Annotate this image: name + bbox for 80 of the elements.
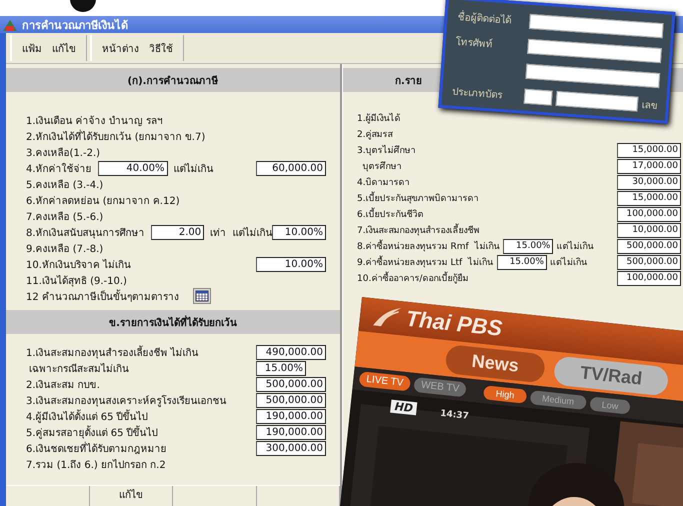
row-label: แต่ไม่เกิน	[556, 240, 594, 253]
row-label: แต่ไม่เกิน	[550, 256, 587, 269]
menu-item[interactable]: วิธีใช้	[149, 40, 173, 56]
time-label: 14:37	[440, 408, 470, 422]
input-field[interactable]: 500,000.00	[256, 376, 326, 392]
section-header: ข.รายการเงินได้ที่ได้รับยกเว้น	[6, 310, 340, 334]
input-field[interactable]: 500,000.00	[617, 254, 681, 270]
row-label: 10.หักเงินบริจาค ไม่เกิน	[26, 258, 132, 272]
quality-toggle[interactable]: High	[483, 384, 527, 404]
row-label: แต่ไม่เกิน	[174, 162, 214, 176]
input-field[interactable]: 490,000.00	[256, 344, 326, 360]
row-label: 3.คงเหลือ(1.-2.)	[26, 146, 100, 160]
input-field[interactable]: 15,000.00	[617, 190, 681, 206]
section-header: (ก).การคำนวณภาษี	[6, 68, 340, 92]
row-label: 8.หักเงินสนับสนุนการศึกษา	[26, 226, 145, 240]
logo-text: Thai PBS	[404, 306, 504, 342]
row-label: 9.คงเหลือ (7.-8.)	[26, 242, 104, 256]
row-label: 7.เงินสะสมกองทุนสำรองเลี้ยงชีพ	[357, 223, 480, 237]
row-label: 8.ค่าซื้อหน่วยลงทุนรวม Rmf ไม่เกิน	[357, 239, 500, 253]
input-field[interactable]: 17,000.00	[617, 158, 681, 174]
input-field[interactable]: 10.00%	[272, 224, 326, 240]
row-label: 1.เงินสะสมกองทุนสำรองเลี้ยงชีพ ไม่เกิน	[26, 344, 199, 360]
input-field[interactable]: 15.00%	[496, 254, 547, 270]
input-field[interactable]: 100,000.00	[617, 206, 681, 222]
input-field[interactable]: 15.00%	[256, 360, 306, 376]
input-field[interactable]: 10.00%	[256, 256, 326, 272]
input-field[interactable]: 190,000.00	[256, 408, 326, 424]
input-field[interactable]: 40.00%	[98, 160, 168, 176]
input-field[interactable]: 15,000.00	[617, 142, 681, 158]
source-toggle[interactable]: LIVE TV	[358, 371, 412, 392]
input-field[interactable]: 500,000.00	[617, 238, 681, 254]
row-label: 5.คงเหลือ (3.-4.)	[26, 178, 104, 192]
input-field[interactable]	[528, 13, 664, 38]
input-field[interactable]: 500,000.00	[256, 392, 326, 408]
row-label: 4.หักค่าใช้จ่าย	[26, 162, 92, 176]
row-label: 10.ค่าซื้ออาคาร/ดอกเบี้ยกู้ยืม	[357, 271, 468, 285]
row-label: 3.เงินสะสมกองทุนสงเคราะห์ครูโรงเรียนเอกชน	[26, 394, 227, 408]
field-label: โทรศัพท์	[455, 35, 494, 52]
row-label: 2.หักเงินได้ที่ได้รับยกเว้น (ยกมาจาก ข.7)	[26, 128, 206, 144]
row-label: 1.ผู้มีเงินได้	[357, 112, 401, 125]
row-label: บุตรศึกษา	[362, 160, 402, 173]
menu-item[interactable]: หน้าต่าง	[102, 40, 139, 56]
row-label: 2.เงินสะสม กบข.	[26, 378, 100, 392]
input-field[interactable]: 2.00	[150, 224, 204, 240]
row-label: 6.เบี้ยประกันชีวิต	[357, 207, 424, 221]
input-field[interactable]: 10,000.00	[617, 222, 681, 238]
input-field[interactable]: 190,000.00	[256, 424, 326, 440]
row-label: 12 คำนวณภาษีเป็นขั้นๆตามตาราง	[26, 288, 179, 304]
table-icon[interactable]	[192, 288, 211, 304]
input-field[interactable]: 100,000.00	[617, 270, 681, 286]
tab[interactable]: News	[444, 344, 546, 383]
row-label: 1.เงินเดือน ค่าจ้าง บำนาญ รลฯ	[26, 114, 164, 128]
row-label: 5.คู่สมรสอายุตั้งแต่ 65 ปีขึ้นไป	[26, 424, 158, 440]
row-label: เฉพาะกรณีสะสมไม่เกิน	[28, 362, 130, 376]
input-field[interactable]: 60,000.00	[256, 160, 326, 176]
row-label: 4.บิดามารดา	[357, 176, 410, 189]
field-label: ชื่อผู้ติดต่อได้	[457, 9, 513, 28]
menu-item[interactable]: แฟ้ม	[22, 40, 42, 56]
row-label: 2.คู่สมรส	[357, 129, 393, 141]
menu-item[interactable]: แก้ไข	[52, 40, 76, 56]
row-label: 7.รวม (1.ถึง 6.) ยกไปกรอก ก.2	[26, 458, 166, 472]
row-label: 4.ผู้มีเงินได้ตั้งแต่ 65 ปีขึ้นไป	[26, 408, 148, 424]
row-label: 5.เบี้ยประกันสุขภาพบิดามารดา	[357, 191, 479, 205]
row-label: 7.คงเหลือ (5.-6.)	[26, 210, 104, 224]
window-title: การคำนวณภาษีเงินได้	[22, 18, 128, 34]
input-field[interactable]: 30,000.00	[617, 174, 681, 190]
input-field[interactable]	[524, 88, 553, 106]
field-label: เลข	[641, 98, 658, 113]
input-field[interactable]	[527, 38, 662, 63]
input-field[interactable]	[525, 63, 660, 88]
row-label: 6.หักค่าลดหย่อน (ยกมาจาก ค.12)	[26, 194, 180, 208]
row-label: 9.ค่าซื้อหน่วยลงทุนรวม Ltf ไม่เกิน	[357, 255, 493, 269]
status-cell: แก้ไข	[90, 486, 173, 506]
row-label: 6.เงินชดเชยที่ได้รับตามกฎหมาย	[26, 440, 167, 456]
row-label: 3.บุตรไม่ศึกษา	[357, 144, 416, 157]
row-label: เท่า แต่ไม่เกิน	[210, 226, 272, 240]
input-field[interactable]: 300,000.00	[256, 440, 326, 456]
row-label: 11.เงินได้สุทธิ (9.-10.)	[26, 274, 127, 288]
input-field[interactable]	[556, 90, 638, 112]
input-field[interactable]: 15.00%	[503, 238, 554, 254]
